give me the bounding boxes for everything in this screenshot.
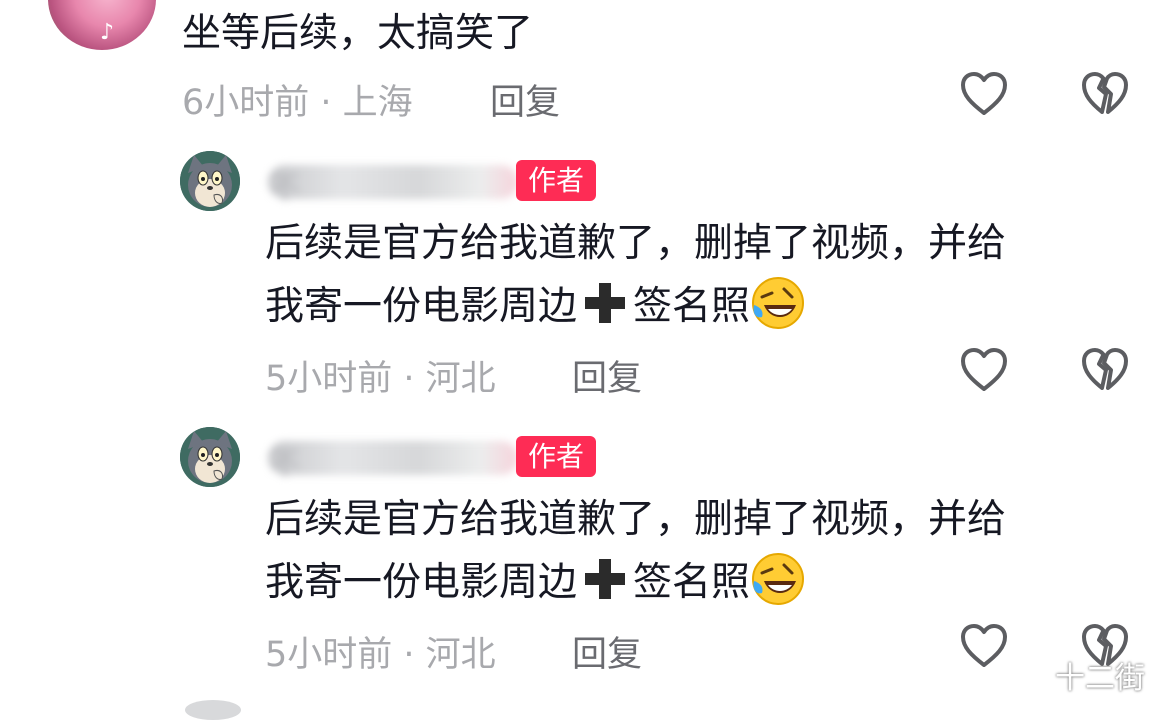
reply-time: 5小时前 (265, 635, 393, 675)
comment-meta: 6小时前 · 上海 (182, 74, 413, 125)
like-button[interactable] (959, 346, 1009, 396)
heart-outline-icon (961, 624, 1007, 667)
reply-text-line-2: 我寄一份电影周边 签名照 (265, 275, 806, 338)
reply-time: 5小时前 (265, 359, 393, 399)
author-badge: 作者 (516, 436, 597, 477)
watermark: 十二街 (1055, 661, 1145, 696)
heavy-plus-emoji (583, 281, 627, 325)
author-badge: 作者 (516, 160, 597, 201)
reply-button[interactable]: 回复 (490, 74, 560, 125)
reply-meta: 5小时前 · 河北 (265, 626, 496, 677)
rolling-laughing-emoji (750, 551, 806, 607)
reply-text-part: 签名照 (633, 284, 751, 329)
meta-separator: · (392, 635, 426, 675)
comment-time: 6小时前 (182, 83, 310, 123)
reply-location: 河北 (425, 359, 496, 399)
meta-separator: · (392, 359, 426, 399)
avatar[interactable] (180, 427, 240, 487)
username-blurred[interactable]: 不 (268, 165, 518, 206)
broken-heart-icon (1082, 348, 1128, 390)
avatar[interactable] (180, 151, 240, 211)
username: 不 (270, 171, 300, 206)
reply-text-line-2: 我寄一份电影周边 签名照 (265, 551, 806, 614)
dislike-button[interactable] (1080, 70, 1130, 120)
reply-button[interactable]: 回复 (572, 350, 642, 401)
rolling-laughing-emoji (750, 275, 806, 331)
like-button[interactable] (959, 70, 1009, 120)
avatar[interactable] (185, 700, 241, 720)
tom-cat-avatar-icon (180, 151, 240, 211)
heavy-plus-emoji (583, 557, 627, 601)
reply-text-line-1: 后续是官方给我道歉了，删掉了视频，并给 (265, 221, 1007, 266)
heart-outline-icon (961, 348, 1007, 391)
meta-separator: · (309, 83, 343, 123)
reply-text-line-1: 后续是官方给我道歉了，删掉了视频，并给 (265, 497, 1007, 542)
username: 不 (270, 447, 300, 482)
broken-heart-icon (1082, 72, 1128, 114)
reply-meta: 5小时前 · 河北 (265, 350, 496, 401)
reply-text-part: 我寄一份电影周边 (265, 284, 578, 329)
dislike-button[interactable] (1080, 346, 1130, 396)
reply-button[interactable]: 回复 (572, 626, 642, 677)
reply-text-part: 签名照 (633, 560, 751, 605)
reply-text-part: 我寄一份电影周边 (265, 560, 578, 605)
tiktok-logo-icon: ♪ (100, 20, 115, 45)
heart-outline-icon (961, 72, 1007, 115)
comment-text: 坐等后续，太搞笑了 (182, 11, 534, 56)
comment-location: 上海 (342, 83, 413, 123)
username-blurred[interactable]: 不 (268, 441, 518, 482)
like-button[interactable] (959, 622, 1009, 672)
tom-cat-avatar-icon (180, 427, 240, 487)
reply-location: 河北 (425, 635, 496, 675)
avatar[interactable]: ♪ (48, 0, 156, 50)
